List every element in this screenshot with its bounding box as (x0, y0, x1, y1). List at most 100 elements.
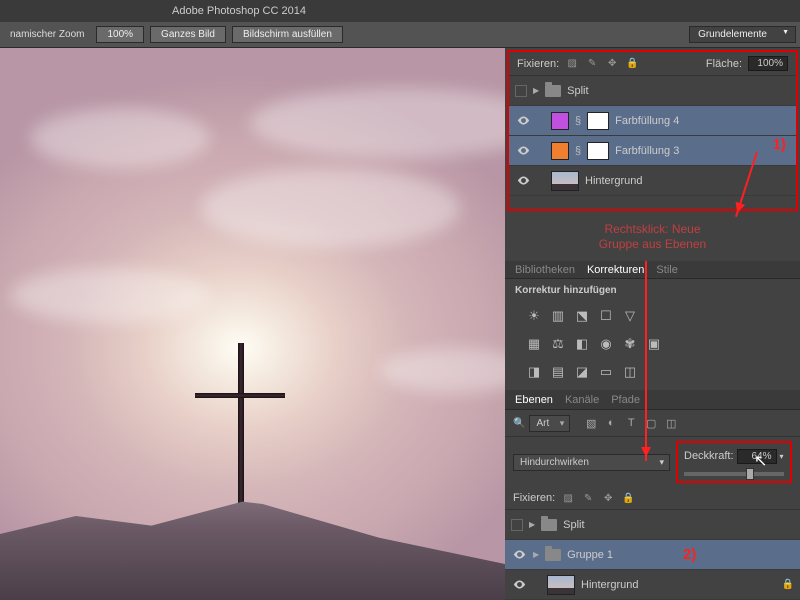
levels-icon[interactable]: ▥ (547, 306, 569, 326)
hue-icon[interactable]: ▦ (523, 334, 545, 354)
layer-row[interactable]: ▶ Split (509, 76, 796, 106)
layer-name[interactable]: Farbfüllung 4 (615, 115, 679, 127)
annotation-arrow-2 (645, 261, 647, 461)
titlebar: Adobe Photoshop CC 2014 (0, 0, 800, 22)
tab-stile[interactable]: Stile (656, 264, 677, 276)
layer-row[interactable]: ▶ Gruppe 1 2) (505, 540, 800, 570)
tab-ebenen[interactable]: Ebenen (515, 394, 553, 406)
layer-name[interactable]: Farbfüllung 3 (615, 145, 679, 157)
layer-row[interactable]: Hintergrund (509, 166, 796, 196)
lock-transparent-icon[interactable]: ▨ (565, 57, 579, 71)
lock-brush-icon[interactable]: ✎ (585, 57, 599, 71)
filter-adjust-icon[interactable]: ◐ (602, 414, 620, 432)
zoom-mode-label: namischer Zoom (4, 29, 90, 40)
lock-move-icon[interactable]: ✥ (601, 491, 615, 505)
workspace-select[interactable]: Grundelemente (689, 26, 796, 43)
annotation-text: Rechtsklick: NeueGruppe aus Ebenen (599, 222, 706, 253)
exposure-icon[interactable]: ☐ (595, 306, 617, 326)
lock-all-icon[interactable]: 🔒 (625, 57, 639, 71)
expand-icon[interactable]: ▶ (533, 86, 539, 95)
opacity-control-highlight: Deckkraft: 64% ▾ ↖ (676, 441, 792, 483)
eye-icon[interactable] (515, 113, 531, 129)
brightness-icon[interactable]: ☀ (523, 306, 545, 326)
annotation-1: 1) (773, 136, 786, 153)
link-icon[interactable]: § (575, 145, 581, 157)
eye-icon[interactable] (515, 143, 531, 159)
tab-kanaele[interactable]: Kanäle (565, 394, 599, 406)
folder-icon (545, 85, 561, 97)
folder-icon (541, 519, 557, 531)
tab-korrekturen[interactable]: Korrekturen (587, 264, 644, 276)
canvas-image (0, 48, 505, 600)
slider-handle[interactable] (746, 468, 754, 480)
expand-icon[interactable]: ▶ (529, 520, 535, 529)
lock-transparent-icon[interactable]: ▨ (561, 491, 575, 505)
zoom-value-button[interactable]: 100% (96, 26, 144, 43)
folder-icon (545, 549, 561, 561)
fit-screen-button[interactable]: Ganzes Bild (150, 26, 226, 43)
annotation-2: 2) (683, 546, 696, 563)
options-bar: namischer Zoom 100% Ganzes Bild Bildschi… (0, 22, 800, 48)
eye-icon[interactable] (511, 577, 527, 593)
layer-thumbnail[interactable] (551, 171, 579, 191)
app-title: Adobe Photoshop CC 2014 (172, 5, 306, 17)
link-icon[interactable]: § (575, 115, 581, 127)
fill-value-input[interactable]: 100% (748, 56, 788, 71)
gradient-map-icon[interactable]: ▭ (595, 362, 617, 382)
layer-name[interactable]: Hintergrund (585, 175, 642, 187)
invert-icon[interactable]: ◨ (523, 362, 545, 382)
visibility-checkbox[interactable] (511, 519, 523, 531)
layer-name[interactable]: Gruppe 1 (567, 549, 613, 561)
adjustments-panel-tabs: Bibliotheken Korrekturen Stile (505, 261, 800, 279)
annotation-gap: Rechtsklick: NeueGruppe aus Ebenen (505, 213, 800, 261)
layer-row[interactable]: Hintergrund 🔒 (505, 570, 800, 600)
add-adjustment-label: Korrektur hinzufügen (505, 279, 800, 302)
lock-all-icon[interactable]: 🔒 (621, 491, 635, 505)
vibrance-icon[interactable]: ▽ (619, 306, 641, 326)
eye-icon[interactable] (515, 173, 531, 189)
lock-label: Fixieren: (517, 58, 559, 70)
lock-label: Fixieren: (513, 492, 555, 504)
bw-icon[interactable]: ◧ (571, 334, 593, 354)
lock-brush-icon[interactable]: ✎ (581, 491, 595, 505)
mixer-icon[interactable]: ✾ (619, 334, 641, 354)
layers-panel-top: Fixieren: ▨ ✎ ✥ 🔒 Fläche: 100% ▶ Split § (507, 50, 798, 211)
layer-name[interactable]: Hintergrund (581, 579, 638, 591)
layer-row[interactable]: § Farbfüllung 4 (509, 106, 796, 136)
expand-icon[interactable]: ▶ (533, 550, 539, 559)
tab-pfade[interactable]: Pfade (611, 394, 640, 406)
threshold-icon[interactable]: ◪ (571, 362, 593, 382)
photo-filter-icon[interactable]: ◉ (595, 334, 617, 354)
visibility-checkbox[interactable] (515, 85, 527, 97)
lock-move-icon[interactable]: ✥ (605, 57, 619, 71)
adjustment-icons: ☀ ▥ ⬔ ☐ ▽ (505, 302, 800, 330)
color-swatch[interactable] (551, 112, 569, 130)
cross-shape (238, 343, 244, 508)
layer-row[interactable]: ▶ Split (505, 510, 800, 540)
opacity-value-input[interactable]: 64% (737, 449, 777, 464)
fill-label: Fläche: (706, 58, 742, 70)
posterize-icon[interactable]: ▤ (547, 362, 569, 382)
mask-thumbnail[interactable] (587, 112, 609, 130)
curves-icon[interactable]: ⬔ (571, 306, 593, 326)
balance-icon[interactable]: ⚖ (547, 334, 569, 354)
selective-icon[interactable]: ◫ (619, 362, 641, 382)
layer-name[interactable]: Split (567, 85, 588, 97)
color-swatch[interactable] (551, 142, 569, 160)
eye-icon[interactable] (511, 547, 527, 563)
opacity-label: Deckkraft: (684, 450, 734, 462)
lock-icon[interactable]: 🔒 (782, 579, 794, 591)
filter-type-select[interactable]: Art (529, 415, 570, 432)
filter-smart-icon[interactable]: ◫ (662, 414, 680, 432)
document-canvas[interactable] (0, 48, 505, 600)
fill-screen-button[interactable]: Bildschirm ausfüllen (232, 26, 343, 43)
opacity-dropdown-icon[interactable]: ▾ (780, 452, 784, 461)
filter-pixel-icon[interactable]: ▧ (582, 414, 600, 432)
mask-thumbnail[interactable] (587, 142, 609, 160)
opacity-slider[interactable] (684, 472, 784, 476)
layer-name[interactable]: Split (563, 519, 584, 531)
tab-bibliotheken[interactable]: Bibliotheken (515, 264, 575, 276)
filter-text-icon[interactable]: T (622, 414, 640, 432)
layer-thumbnail[interactable] (547, 575, 575, 595)
hill-shape (0, 480, 505, 600)
